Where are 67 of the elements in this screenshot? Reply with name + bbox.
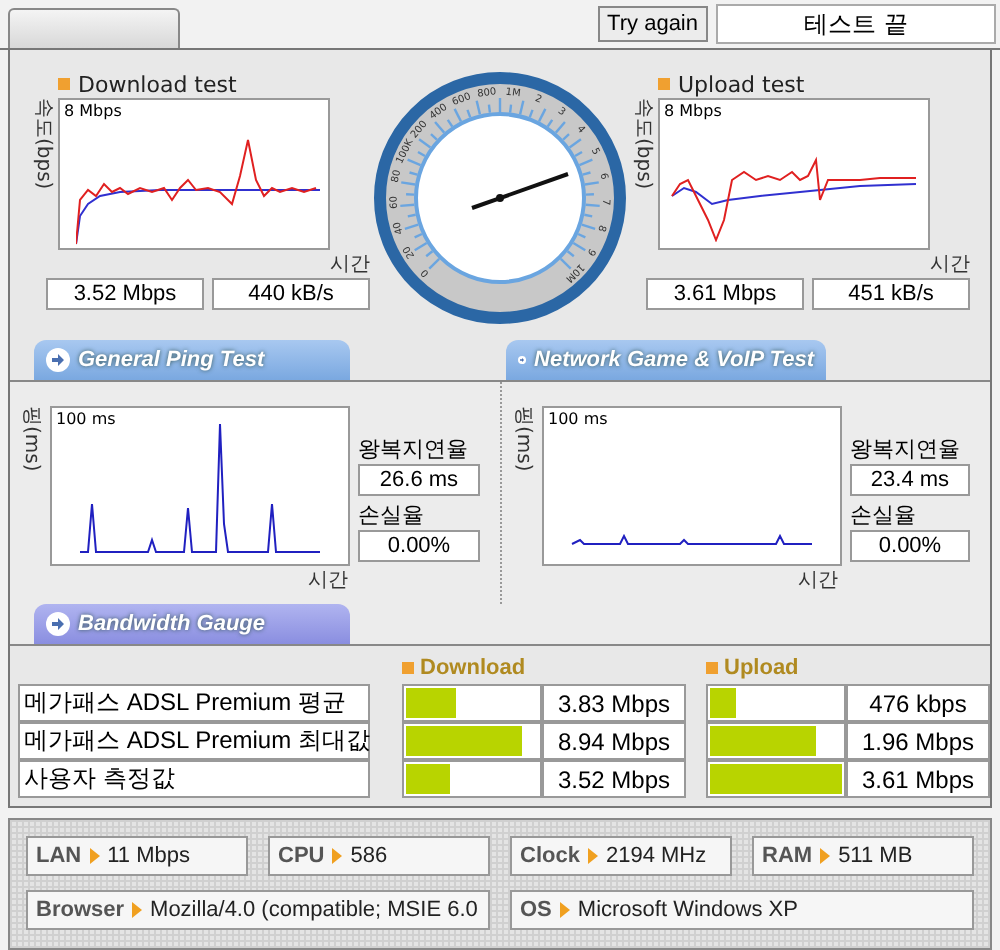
info-label: OS [520,898,552,922]
latency-label: 왕복지연율 [358,434,470,464]
speed-readout: 3.61 Mbps [646,278,804,310]
pointer-icon [132,902,143,918]
column-header: Upload [724,656,799,680]
loss-value: 0.00% [850,530,970,562]
x-axis-label: 시간 [930,254,970,276]
y-axis-label: 속도(bps) [630,98,654,194]
info-label: LAN [36,844,82,868]
pointer-icon [820,848,831,864]
bandwidth-value: 3.61 Mbps [846,760,990,798]
info-value: 11 Mbps [107,844,190,868]
title-tab[interactable] [8,8,180,48]
loss-label: 손실율 [358,500,426,530]
loss-label: 손실율 [850,500,918,530]
info-label: Browser [36,898,125,922]
scale-label: 8 Mbps [64,102,122,120]
y-axis-label: 핑(ms) [18,406,42,472]
row-label: 메가패스 ADSL Premium 평균 [18,684,370,722]
info-label: CPU [278,844,325,868]
x-axis-label: 시간 [308,570,348,592]
latency-value: 26.6 ms [358,464,480,496]
section-tab[interactable]: General Ping Test [34,340,350,380]
bandwidth-value: 3.52 Mbps [542,760,686,798]
info-value: 511 MB [838,844,913,868]
info-label: Clock [520,844,580,868]
pointer-icon [559,902,570,918]
row-label: 사용자 측정값 [18,760,370,798]
y-axis-label: 속도(bps) [30,98,54,194]
row-label: 메가패스 ADSL Premium 최대값 [18,722,370,760]
bullet-icon [658,78,670,90]
speed-readout: 3.52 Mbps [46,278,204,310]
info-value: 586 [350,844,388,868]
loss-value: 0.00% [358,530,480,562]
bandwidth-value: 476 kbps [846,684,990,722]
section-tab[interactable]: Bandwidth Gauge [34,604,350,644]
info-value: Microsoft Windows XP [577,898,798,922]
chart-title: Upload test [678,71,805,97]
x-axis-label: 시간 [798,570,838,592]
pointer-icon [89,848,100,864]
latency-value: 23.4 ms [850,464,970,496]
status-field: 테스트 끝 [716,4,996,44]
speed-readout: 440 kB/s [212,278,370,310]
info-value: Mozilla/4.0 (compatible; MSIE 6.0 [150,898,478,922]
info-value: 2194 MHz [605,844,707,868]
y-axis-label: 핑(ms) [510,406,534,472]
bullet-icon [402,662,414,674]
scale-label: 8 Mbps [664,102,722,120]
info-label: RAM [762,844,813,868]
bullet-icon [706,662,718,674]
chart-title: Download test [78,71,237,97]
arrow-circle-icon [46,612,70,636]
bandwidth-value: 3.83 Mbps [542,684,686,722]
scale-label: 100 ms [548,410,608,428]
latency-label: 왕복지연율 [850,434,962,464]
x-axis-label: 시간 [330,254,370,276]
try-again-button[interactable]: Try again [597,6,708,42]
arrow-circle-icon [46,348,70,372]
bullet-icon [58,78,70,90]
pointer-icon [332,848,343,864]
section-tab[interactable]: Network Game & VoIP Test [506,340,826,380]
pointer-icon [587,848,598,864]
speed-readout: 451 kB/s [812,278,970,310]
bandwidth-value: 1.96 Mbps [846,722,990,760]
column-header: Download [420,656,526,680]
scale-label: 100 ms [56,410,116,428]
bandwidth-value: 8.94 Mbps [542,722,686,760]
